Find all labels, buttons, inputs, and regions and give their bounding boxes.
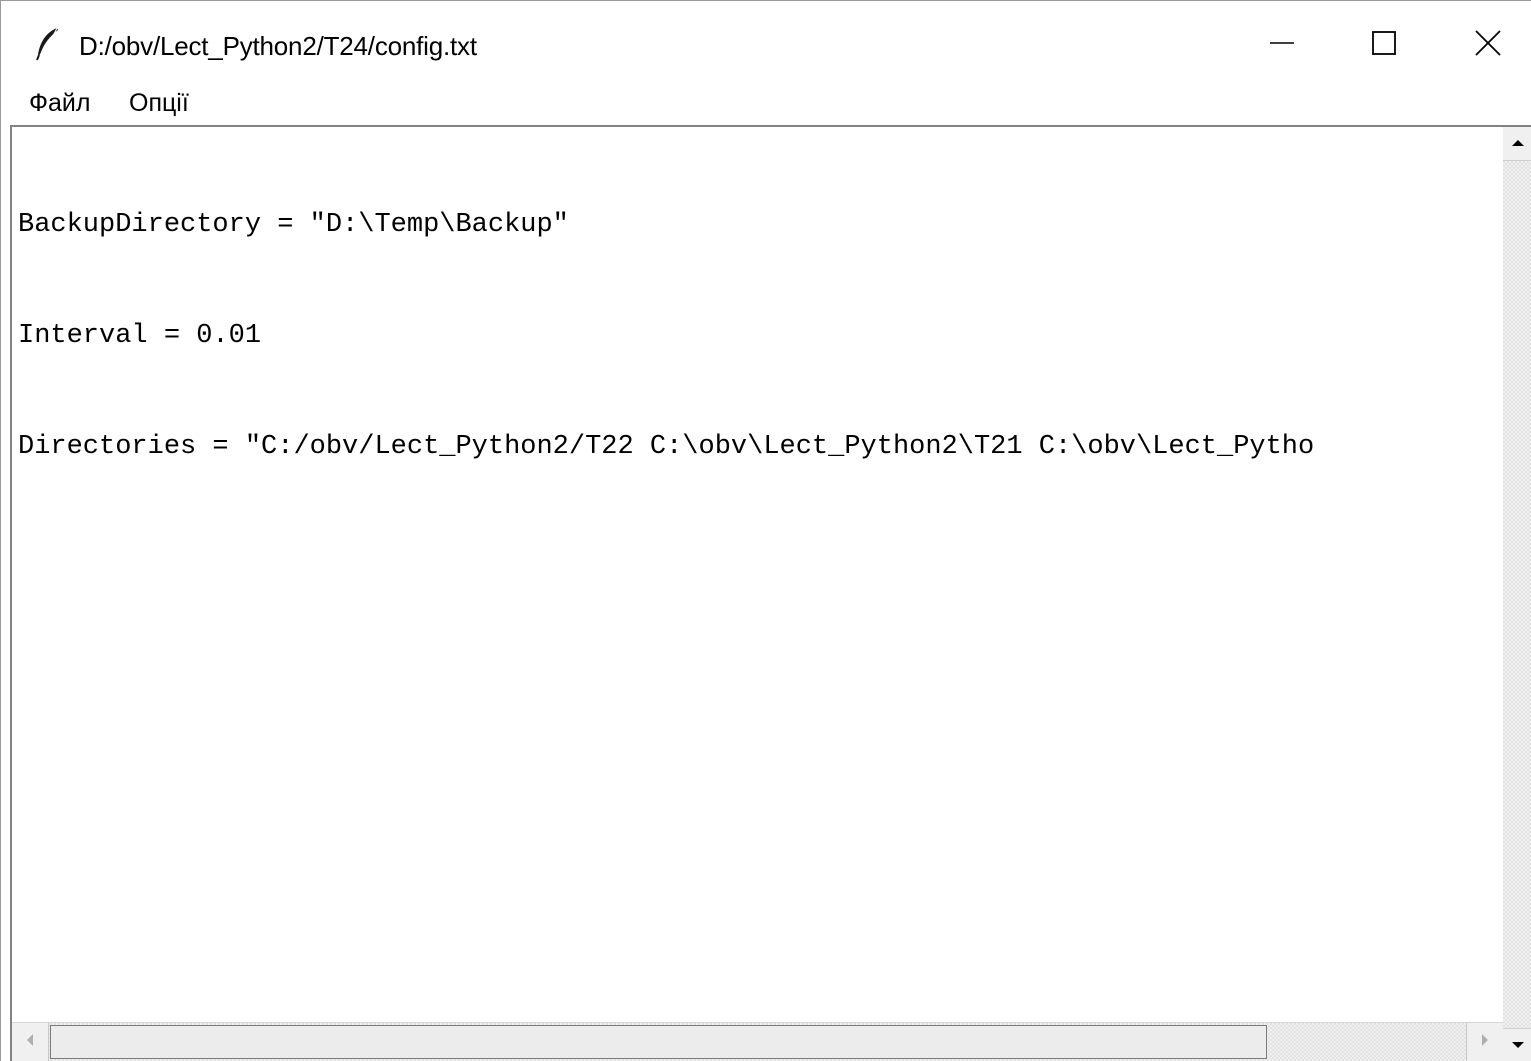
close-icon [1474, 29, 1502, 62]
scroll-right-button[interactable] [1466, 1023, 1503, 1061]
scroll-up-button[interactable] [1503, 127, 1531, 161]
editor-frame: BackupDirectory = "D:\Temp\Backup" Inter… [10, 125, 1531, 1061]
arrow-left-icon [25, 1033, 35, 1052]
title-bar[interactable]: D:/obv/Lect_Python2/T24/config.txt [1, 1, 1531, 79]
editor-line: Interval = 0.01 [18, 321, 262, 351]
menu-file[interactable]: Файл [25, 89, 94, 118]
horizontal-scroll-thumb[interactable] [50, 1025, 1267, 1059]
text-editor[interactable]: BackupDirectory = "D:\Temp\Backup" Inter… [14, 129, 1503, 1022]
arrow-right-icon [1480, 1033, 1490, 1052]
horizontal-scrollbar[interactable] [12, 1022, 1503, 1061]
menu-bar: Файл Опції [1, 79, 1531, 125]
minimize-icon [1269, 30, 1295, 61]
scroll-down-button[interactable] [1503, 1028, 1531, 1061]
arrow-up-icon [1511, 135, 1525, 153]
minimize-button[interactable] [1236, 17, 1328, 73]
app-window: D:/obv/Lect_Python2/T24/config.txt Файл … [0, 0, 1531, 1061]
vertical-scrollbar[interactable] [1503, 127, 1531, 1061]
maximize-button[interactable] [1338, 17, 1430, 73]
editor-line: BackupDirectory = "D:\Temp\Backup" [18, 210, 569, 240]
menu-options[interactable]: Опції [125, 89, 193, 118]
window-title: D:/obv/Lect_Python2/T24/config.txt [79, 31, 477, 61]
close-button[interactable] [1442, 17, 1531, 73]
maximize-icon [1371, 30, 1397, 61]
editor-line: Directories = "C:/obv/Lect_Python2/T22 C… [18, 432, 1315, 462]
feather-icon [35, 27, 61, 61]
arrow-down-icon [1511, 1037, 1525, 1055]
scroll-left-button[interactable] [12, 1023, 49, 1061]
